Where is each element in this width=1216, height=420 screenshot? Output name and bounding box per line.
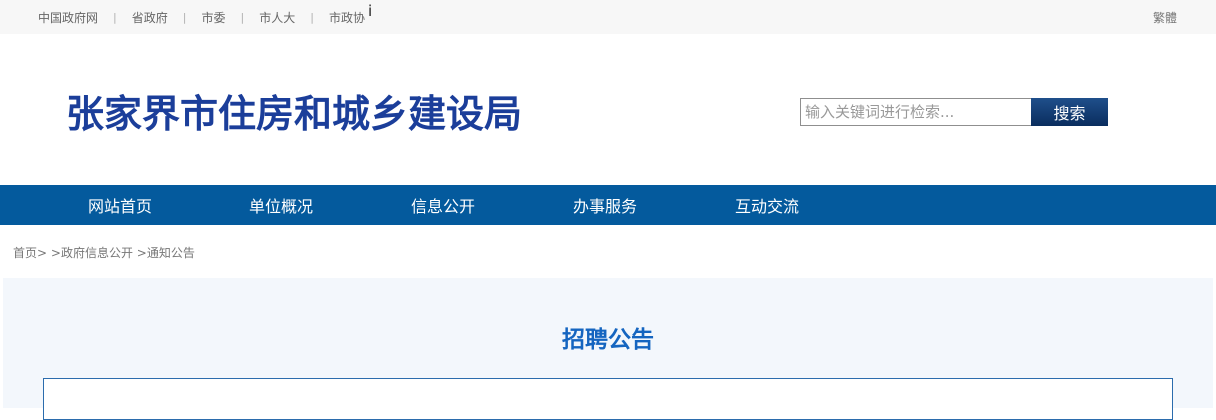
nav-item-info-disclosure[interactable]: 信息公开	[363, 185, 523, 225]
nav-item-about[interactable]: 单位概况	[201, 185, 361, 225]
site-title: 张家界市住房和城乡建设局	[66, 92, 523, 136]
link-city-committee[interactable]: 市委	[201, 9, 225, 26]
breadcrumb: 首页> >政府信息公开 >通知公告	[13, 244, 195, 261]
link-province-gov[interactable]: 省政府	[132, 9, 168, 26]
top-utility-bar: 中国政府网 | 省政府 | 市委 | 市人大 | 市政协 i 繁體	[0, 0, 1216, 34]
link-city-cppcc[interactable]: 市政协	[329, 9, 365, 26]
nav-item-services[interactable]: 办事服务	[525, 185, 685, 225]
top-link-separator: |	[182, 10, 187, 24]
breadcrumb-notices[interactable]: >通知公告	[137, 246, 195, 260]
nav-item-interaction[interactable]: 互动交流	[687, 185, 847, 225]
nav-item-home[interactable]: 网站首页	[40, 185, 200, 225]
top-link-separator: |	[240, 10, 245, 24]
search-input[interactable]	[800, 98, 1031, 126]
breadcrumb-gov-info[interactable]: >政府信息公开	[51, 246, 133, 260]
search-button[interactable]: 搜索	[1031, 98, 1108, 126]
text-cursor-icon: i	[368, 2, 373, 20]
search-bar: 搜索	[800, 98, 1108, 126]
top-link-separator: |	[113, 10, 117, 24]
main-nav: 网站首页 单位概况 信息公开 办事服务 互动交流	[0, 185, 1216, 225]
link-city-congress[interactable]: 市人大	[259, 9, 295, 26]
traditional-chinese-toggle[interactable]: 繁體	[1153, 0, 1177, 34]
article-title: 招聘公告	[562, 327, 654, 353]
breadcrumb-home[interactable]: 首页>	[13, 246, 47, 260]
article-body-box	[43, 378, 1173, 420]
top-link-separator: |	[310, 10, 314, 24]
link-china-gov[interactable]: 中国政府网	[38, 9, 98, 26]
top-links: 中国政府网 | 省政府 | 市委 | 市人大 | 市政协	[38, 0, 365, 34]
